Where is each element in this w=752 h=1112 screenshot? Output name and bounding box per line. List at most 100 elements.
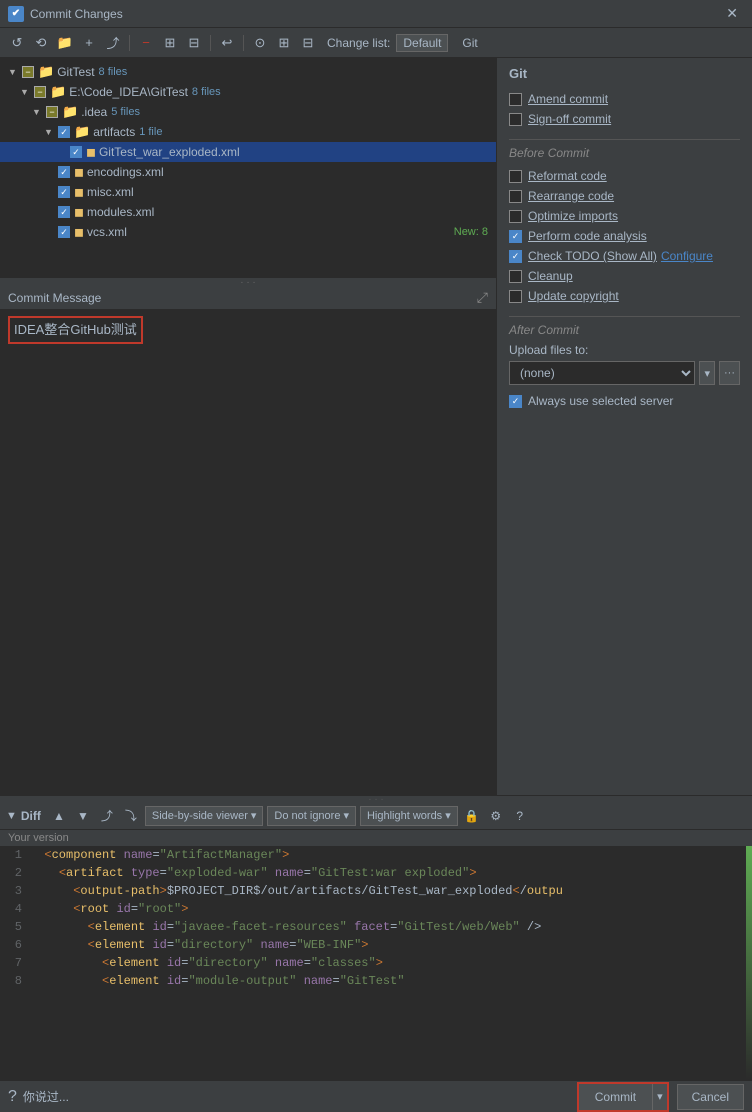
tree-item-misc[interactable]: ✓ ◼ misc.xml [0, 182, 496, 202]
label-cleanup[interactable]: Cleanup [528, 269, 573, 283]
upload-select[interactable]: (none) [509, 361, 695, 385]
tree-item-idea[interactable]: ▼ − 📁 .idea 5 files [0, 102, 496, 122]
checkbox-artifacts[interactable]: ✓ [58, 126, 70, 138]
commit-message-box[interactable]: IDEA整合GitHub测试 [0, 310, 496, 795]
diff-up-btn[interactable]: ▲ [49, 806, 69, 826]
diff-ignore-btn[interactable]: Do not ignore ▾ [267, 806, 356, 826]
resize-handle[interactable]: · · · [0, 278, 496, 286]
change-list-value[interactable]: Default [396, 34, 448, 52]
diff-collapse-arrow[interactable]: ▼ [6, 810, 17, 822]
label-code-analysis[interactable]: Perform code analysis [528, 229, 647, 243]
diff-highlight-btn[interactable]: Highlight words ▾ [360, 806, 458, 826]
toolbar-folder-btn[interactable]: 📁 [54, 32, 76, 54]
item-label-war: GitTest_war_exploded.xml [99, 145, 240, 159]
checkbox-misc[interactable]: ✓ [58, 186, 70, 198]
label-always-use: Always use selected server [528, 394, 673, 408]
checkbox-idea[interactable]: − [46, 106, 58, 118]
upload-dropdown-btn[interactable]: ▾ [699, 361, 715, 385]
checkbox-always-use[interactable]: ✓ [509, 395, 522, 408]
tree-item-modules[interactable]: ✓ ◼ modules.xml [0, 202, 496, 222]
help-button[interactable]: ? [8, 1088, 17, 1106]
commit-dropdown-button[interactable]: ▾ [652, 1084, 667, 1110]
toolbar-collapse-btn[interactable]: ⊟ [297, 32, 319, 54]
label-todo[interactable]: Check TODO (Show All) [528, 249, 657, 263]
option-reformat: Reformat code [509, 166, 740, 186]
tree-item-vcs[interactable]: ✓ ◼ vcs.xml New: 8 [0, 222, 496, 242]
label-reformat[interactable]: Reformat code [528, 169, 607, 183]
toolbar-undo-btn[interactable]: ↩ [216, 32, 238, 54]
line-content-7: <element id="directory" name="classes"> [30, 954, 383, 972]
line-num-7: 7 [0, 954, 30, 972]
checkbox-gittest[interactable]: − [22, 66, 34, 78]
toolbar: ↺ ⟲ 📁 + ⤴ − ⊞ ⊟ ↩ ⊙ ⊞ ⊟ Change list: Def… [0, 28, 752, 58]
checkbox-path[interactable]: − [34, 86, 46, 98]
diff-lock-btn[interactable]: 🔒 [462, 806, 482, 826]
checkbox-rearrange[interactable] [509, 190, 522, 203]
tree-item-gittest[interactable]: ▼ − 📁 GitTest 8 files [0, 62, 496, 82]
checkbox-war[interactable]: ✓ [70, 146, 82, 158]
label-signoff[interactable]: Sign-off commit [528, 112, 611, 126]
tree-item-path[interactable]: ▼ − 📁 E:\Code_IDEA\GitTest 8 files [0, 82, 496, 102]
configure-link[interactable]: Configure [661, 249, 713, 263]
checkbox-amend[interactable] [509, 93, 522, 106]
commit-message-section: Commit Message ⤢ IDEA整合GitHub测试 [0, 286, 496, 795]
commit-button-group: Commit ▾ [577, 1082, 669, 1112]
toolbar-diff-btn[interactable]: ⊙ [249, 32, 271, 54]
upload-settings-btn[interactable]: ··· [719, 361, 740, 385]
diff-next-btn[interactable]: ⤵ [121, 806, 141, 826]
diff-side-by-side-btn[interactable]: Side-by-side viewer ▾ [145, 806, 264, 826]
label-rearrange[interactable]: Rearrange code [528, 189, 614, 203]
toolbar-move-btn[interactable]: ⤴ [102, 32, 124, 54]
diff-prev-btn[interactable]: ⤴ [97, 806, 117, 826]
tree-item-war-exploded[interactable]: ✓ ◼ GitTest_war_exploded.xml [0, 142, 496, 162]
label-optimize[interactable]: Optimize imports [528, 209, 618, 223]
toolbar-expand-btn[interactable]: ⊞ [273, 32, 295, 54]
option-code-analysis: ✓ Perform code analysis [509, 226, 740, 246]
diff-title: Diff [21, 809, 41, 823]
checkbox-vcs[interactable]: ✓ [58, 226, 70, 238]
line-content-6: <element id="directory" name="WEB-INF"> [30, 936, 369, 954]
title-bar: ✔ Commit Changes ✕ [0, 0, 752, 28]
cancel-button[interactable]: Cancel [677, 1084, 744, 1110]
toolbar-delete-btn[interactable]: − [135, 32, 157, 54]
line-content-4: <root id="root"> [30, 900, 188, 918]
checkbox-todo[interactable]: ✓ [509, 250, 522, 263]
expand-commit-icon[interactable]: ⤢ [477, 289, 488, 306]
git-section-title: Git [509, 66, 740, 81]
label-copyright[interactable]: Update copyright [528, 289, 619, 303]
label-amend[interactable]: Amend commit [528, 92, 608, 106]
checkbox-mod[interactable]: ✓ [58, 206, 70, 218]
checkbox-copyright[interactable] [509, 290, 522, 303]
diff-down-btn[interactable]: ▼ [73, 806, 93, 826]
main-container: ▼ − 📁 GitTest 8 files ▼ − 📁 E:\Code_IDEA… [0, 58, 752, 795]
option-optimize: Optimize imports [509, 206, 740, 226]
checkbox-code-analysis[interactable]: ✓ [509, 230, 522, 243]
after-commit-title: After Commit [509, 323, 740, 337]
checkbox-signoff[interactable] [509, 113, 522, 126]
checkbox-optimize[interactable] [509, 210, 522, 223]
line-content-3: <output-path>$PROJECT_DIR$/out/artifacts… [30, 882, 563, 900]
commit-text: IDEA整合GitHub测试 [8, 316, 143, 344]
toolbar-sync-btn[interactable]: ⟲ [30, 32, 52, 54]
toolbar-refresh-btn[interactable]: ↺ [6, 32, 28, 54]
checkbox-enc[interactable]: ✓ [58, 166, 70, 178]
expand-arrow: ▼ [8, 67, 20, 77]
commit-main-button[interactable]: Commit [579, 1084, 652, 1110]
checkbox-reformat[interactable] [509, 170, 522, 183]
commit-message-header: Commit Message ⤢ [0, 286, 496, 310]
diff-settings-btn[interactable]: ⚙ [486, 806, 506, 826]
diff-help-btn[interactable]: ? [510, 806, 530, 826]
checkbox-cleanup[interactable] [509, 270, 522, 283]
line-content-1: <component name="ArtifactManager"> [30, 846, 289, 864]
toolbar-separator-1 [129, 35, 130, 51]
code-line-5: 5 <element id="javaee-facet-resources" f… [0, 918, 752, 936]
tree-item-artifacts[interactable]: ▼ ✓ 📁 artifacts 1 file [0, 122, 496, 142]
line-content-8: <element id="module-output" name="GitTes… [30, 972, 405, 990]
tree-item-encodings[interactable]: ✓ ◼ encodings.xml [0, 162, 496, 182]
expand-arrow-artifacts: ▼ [44, 127, 56, 137]
close-button[interactable]: ✕ [720, 3, 744, 24]
toolbar-outdent-btn[interactable]: ⊟ [183, 32, 205, 54]
toolbar-indent-btn[interactable]: ⊞ [159, 32, 181, 54]
toolbar-add-btn[interactable]: + [78, 32, 100, 54]
bottom-bar: ? 你说过... Commit ▾ Cancel [0, 1080, 752, 1112]
